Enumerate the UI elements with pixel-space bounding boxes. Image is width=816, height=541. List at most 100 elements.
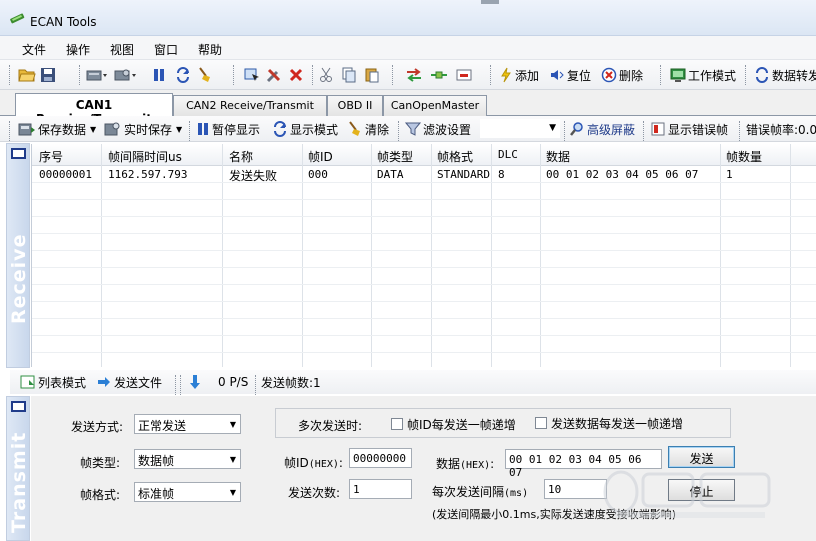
toolbar-separator xyxy=(392,65,393,85)
add-label: 添加 xyxy=(515,68,540,83)
menu-operate[interactable]: 操作 xyxy=(66,41,90,58)
forward-refresh-icon xyxy=(756,67,768,83)
tab-obd[interactable]: OBD II xyxy=(327,95,383,116)
display-mode-button[interactable]: 显示模式 xyxy=(272,120,338,138)
toolbar-grip xyxy=(9,65,10,85)
pause-display-label: 暂停显示 xyxy=(212,122,261,137)
tab-can1[interactable]: CAN1 Receive/Transmit xyxy=(15,93,173,126)
toolbar-separator xyxy=(643,121,644,141)
copy-icon xyxy=(342,67,356,83)
swap-button[interactable] xyxy=(405,66,423,84)
clean-button[interactable] xyxy=(197,66,213,84)
column-header[interactable]: 帧格式 xyxy=(437,148,473,165)
receive-toggle-icon[interactable] xyxy=(11,148,26,159)
pause-display-button[interactable]: 暂停显示 xyxy=(196,120,260,138)
frame-id-input[interactable]: 00000000 xyxy=(349,448,412,468)
send-button[interactable]: 发送 xyxy=(668,446,735,468)
paste-button[interactable] xyxy=(364,66,380,84)
save-data-button[interactable]: 保存数据 ▼ xyxy=(18,120,96,138)
reset-label: 复位 xyxy=(567,68,592,83)
empty-row xyxy=(32,251,816,268)
window-title: ECAN Tools xyxy=(30,15,97,29)
save-data-label: 保存数据 xyxy=(38,122,87,137)
display-mode-label: 显示模式 xyxy=(290,122,339,137)
table-row[interactable]: 00000001 1162.597.793 发送失败 000 DATA STAN… xyxy=(32,166,816,183)
filter-combo[interactable]: ▼ xyxy=(480,119,560,138)
show-error-frames-button[interactable]: 显示错误帧 xyxy=(650,120,728,138)
list-mode-button[interactable]: 列表模式 xyxy=(20,373,86,391)
add-button[interactable]: 添加 xyxy=(499,66,539,84)
window-notch xyxy=(481,0,499,4)
frame-id-label: 帧ID(HEX): xyxy=(284,454,343,471)
pause-button[interactable] xyxy=(152,66,166,84)
empty-row xyxy=(32,285,816,302)
column-header[interactable]: 数据 xyxy=(546,148,570,165)
column-header[interactable]: 帧间隔时间us xyxy=(108,148,182,165)
column-header[interactable]: 序号 xyxy=(39,148,63,165)
device-menu-button[interactable] xyxy=(114,66,138,84)
frame-id-colon: : xyxy=(338,456,343,470)
data-increment-checkbox[interactable] xyxy=(535,417,547,429)
id-increment-checkbox[interactable] xyxy=(391,418,403,430)
interval-text: 每次发送间隔 xyxy=(432,485,505,499)
advanced-mask-button[interactable]: 高级屏蔽 xyxy=(569,120,635,138)
send-count-input[interactable]: 1 xyxy=(349,479,412,499)
column-header[interactable]: 帧数量 xyxy=(726,148,762,165)
send-file-button[interactable]: 发送文件 xyxy=(96,373,162,391)
receive-grid: 序号 帧间隔时间us 名称 帧ID 帧类型 帧格式 DLC 数据 帧数量 000… xyxy=(31,144,816,367)
delete-x-button[interactable] xyxy=(289,66,303,84)
column-header[interactable]: 名称 xyxy=(229,148,253,165)
connect-button[interactable] xyxy=(430,66,448,84)
menu-window[interactable]: 窗口 xyxy=(154,41,178,58)
download-button[interactable] xyxy=(188,373,202,391)
empty-row xyxy=(32,200,816,217)
arrow-down-icon xyxy=(190,375,200,389)
select-icon xyxy=(244,68,259,81)
reset-button[interactable]: 复位 xyxy=(549,66,591,84)
frame-id-text: 帧ID xyxy=(284,456,309,470)
refresh-button[interactable] xyxy=(175,66,191,84)
send-mode-select[interactable]: 正常发送 ▼ xyxy=(134,414,241,434)
work-mode-button[interactable]: 工作模式 xyxy=(670,66,736,84)
cell-data: 00 01 02 03 04 05 06 07 xyxy=(546,168,699,181)
disconnect-button[interactable] xyxy=(455,66,473,84)
column-header[interactable]: 帧ID xyxy=(308,148,333,165)
toolbar-separator xyxy=(180,375,181,395)
column-header[interactable]: DLC xyxy=(498,148,518,161)
cell-frame-type: DATA xyxy=(377,168,404,181)
clear-button[interactable]: 清除 xyxy=(347,120,389,138)
device-button[interactable] xyxy=(86,66,108,84)
realtime-save-label: 实时保存 xyxy=(124,122,173,137)
delete-button[interactable]: 删除 xyxy=(601,66,643,84)
transmit-toggle-icon[interactable] xyxy=(11,401,26,412)
realtime-save-button[interactable]: 实时保存 ▼ xyxy=(104,120,182,138)
save-button[interactable] xyxy=(40,66,56,84)
toolbar-separator xyxy=(490,65,491,85)
receive-toolbar: 保存数据 ▼ 实时保存 ▼ 暂停显示 显示模式 清除 滤波设置 ▼ 高级屏蔽 显… xyxy=(0,116,816,142)
filter-settings-button[interactable]: 滤波设置 xyxy=(405,120,471,138)
frame-format-select[interactable]: 标准帧 ▼ xyxy=(134,482,241,502)
swap-arrows-icon xyxy=(407,68,421,82)
send-mode-label: 发送方式: xyxy=(71,420,124,434)
pause-icon xyxy=(154,69,164,81)
menu-help[interactable]: 帮助 xyxy=(198,41,222,58)
tab-canopen[interactable]: CanOpenMaster xyxy=(383,95,487,116)
data-forward-button[interactable]: 数据转发 xyxy=(754,66,816,84)
menu-file[interactable]: 文件 xyxy=(22,41,46,58)
list-mode-icon xyxy=(20,375,35,389)
menu-view[interactable]: 视图 xyxy=(110,41,134,58)
cut-button[interactable] xyxy=(319,66,333,84)
open-button[interactable] xyxy=(18,66,36,84)
column-header[interactable]: 帧类型 xyxy=(377,148,413,165)
send-count-label: 发送次数: xyxy=(288,486,341,500)
cut-select-button[interactable] xyxy=(243,66,261,84)
copy-button[interactable] xyxy=(341,66,357,84)
frame-type-value: 数据帧 xyxy=(138,454,175,468)
tools-button[interactable] xyxy=(266,66,282,84)
cell-interval: 1162.597.793 xyxy=(108,168,188,181)
tab-can2[interactable]: CAN2 Receive/Transmit xyxy=(173,95,327,116)
tab-strip: CAN1 Receive/Transmit CAN2 Receive/Trans… xyxy=(0,90,816,126)
transmit-label: Transmit xyxy=(8,431,30,533)
frame-type-select[interactable]: 数据帧 ▼ xyxy=(134,449,241,469)
delete-circle-icon xyxy=(601,67,617,83)
